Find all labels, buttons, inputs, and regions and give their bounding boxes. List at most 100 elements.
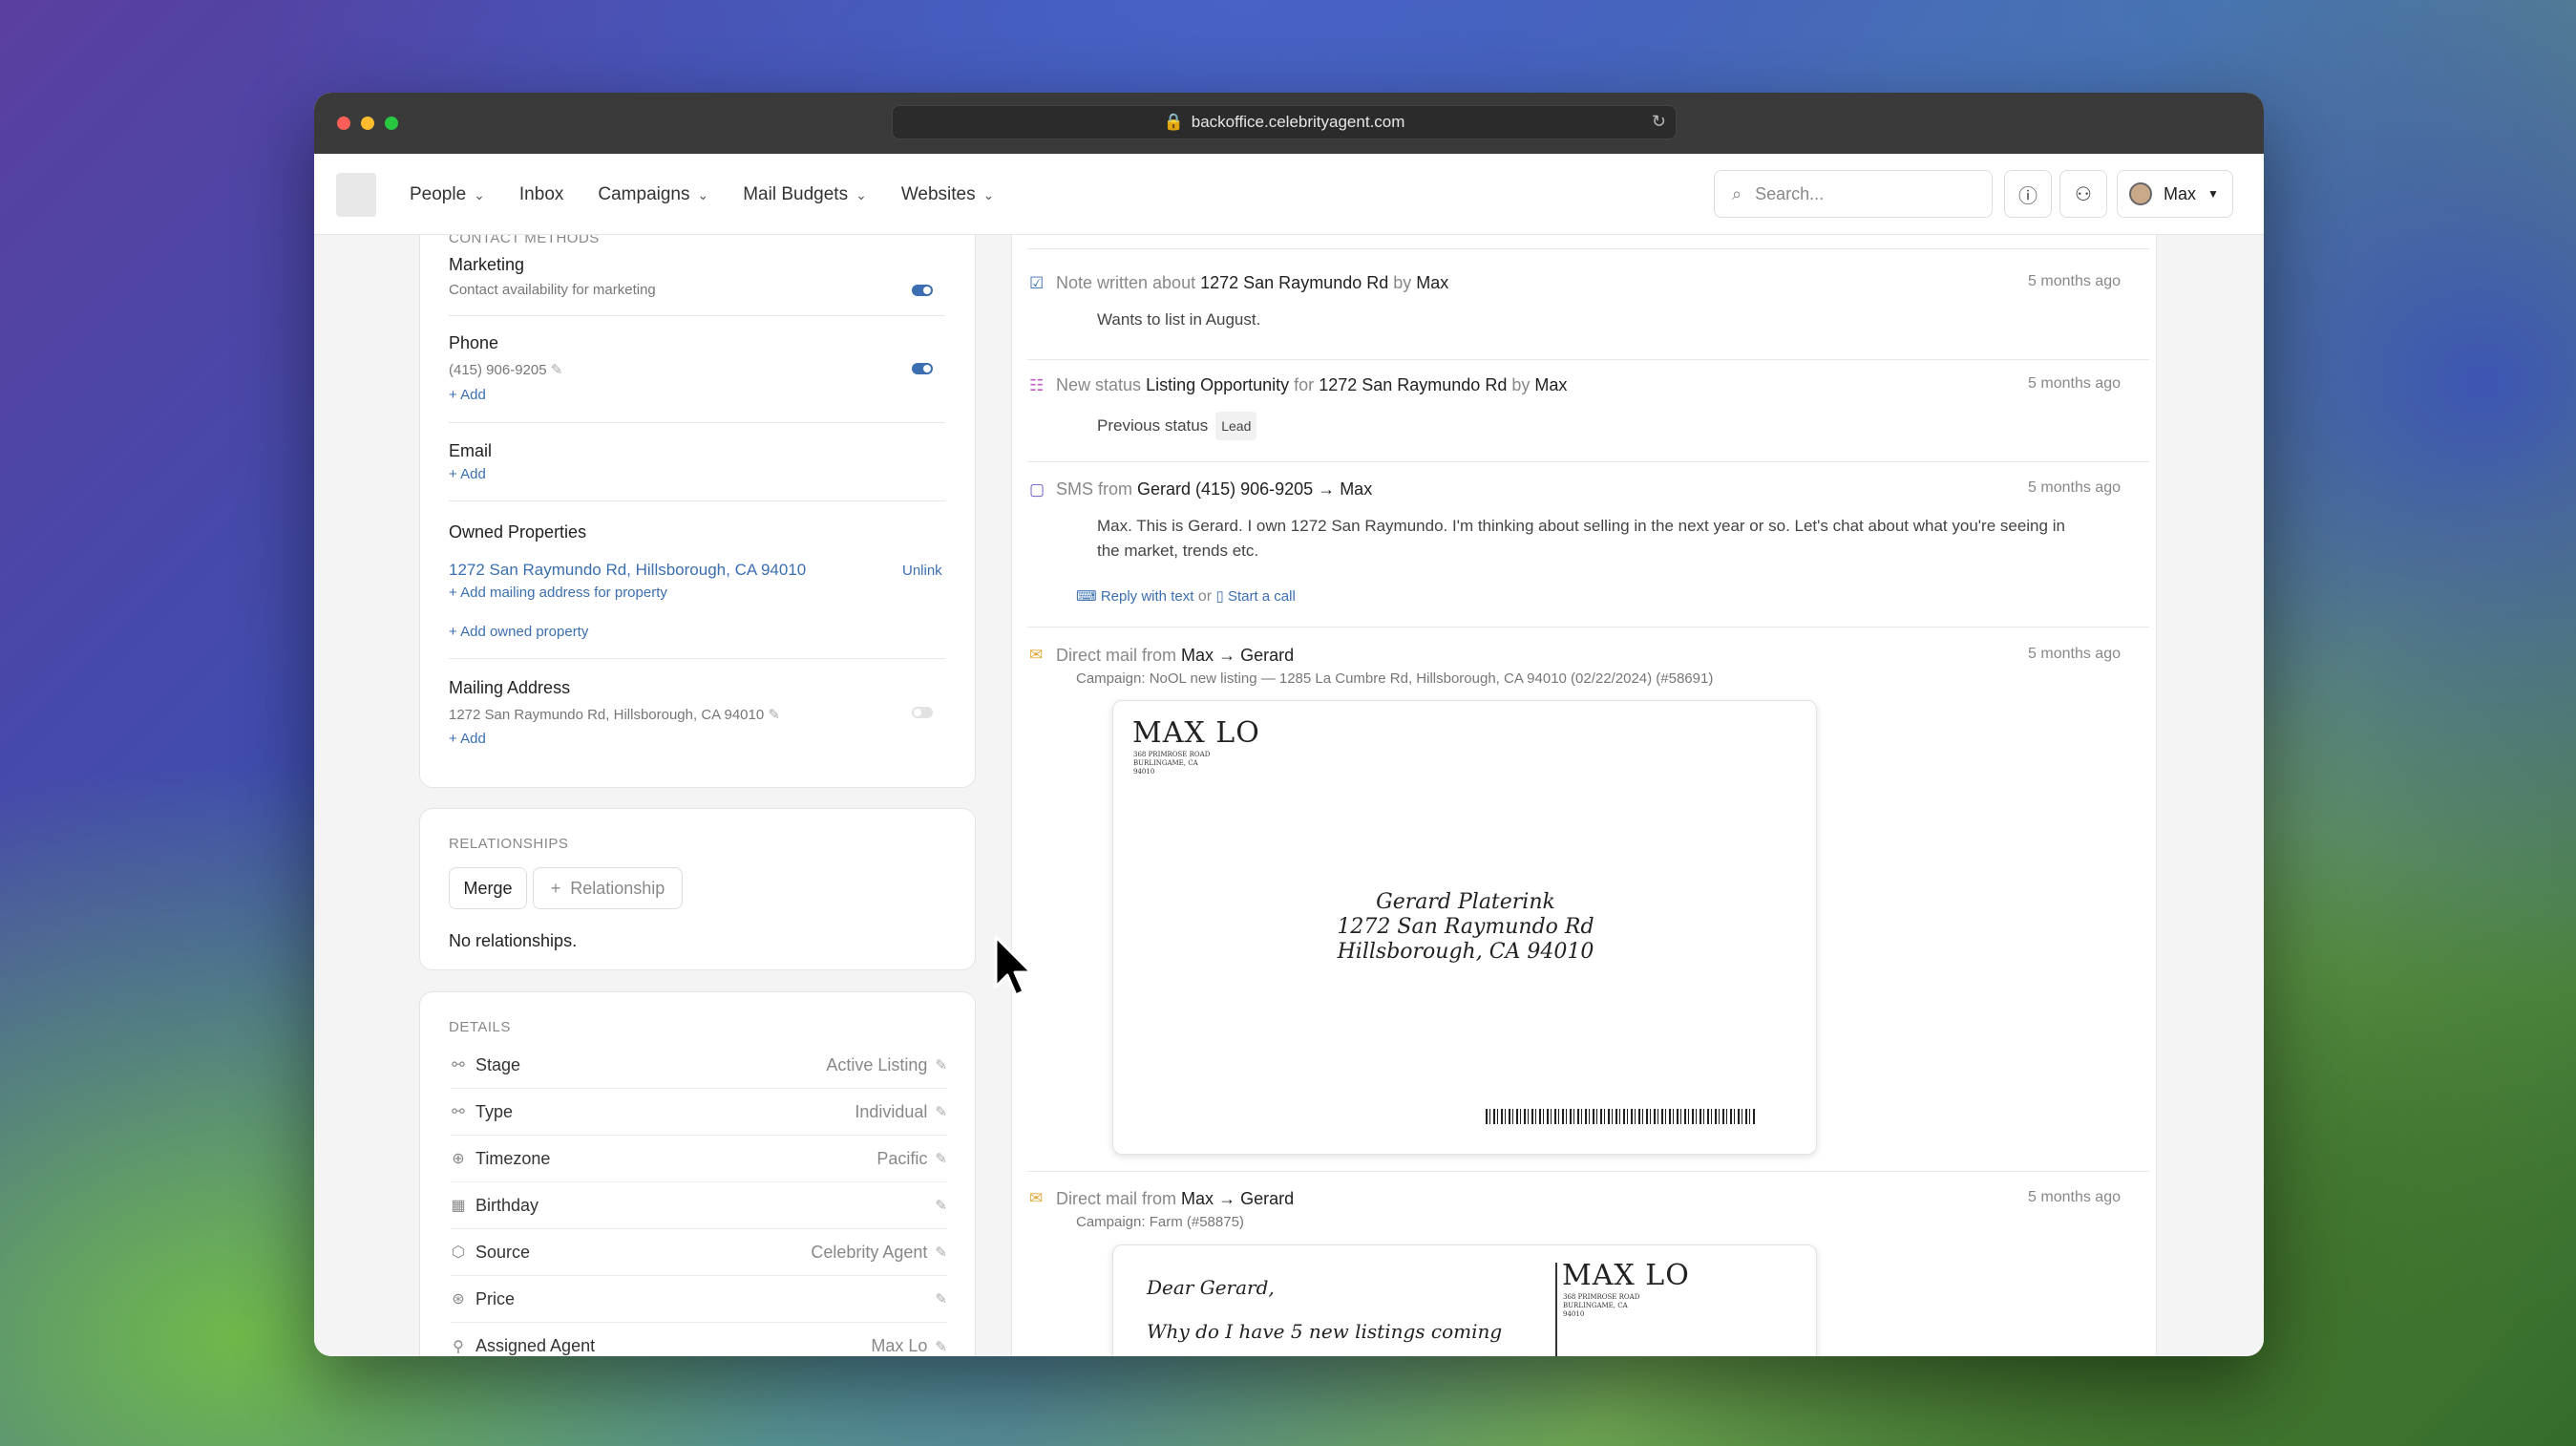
detail-row-timezone[interactable]: ⊕ Timezone Pacific ✎ xyxy=(451,1136,947,1182)
marketing-sub: Contact availability for marketing xyxy=(449,282,656,298)
url-text: backoffice.celebrityagent.com xyxy=(1191,113,1405,131)
top-navigation: People ⌄ Inbox Campaigns ⌄ Mail Budgets ⌄ W… xyxy=(314,154,2264,235)
calendar-icon: ▦ xyxy=(451,1198,466,1214)
detail-row-type[interactable]: ⚯ Type Individual ✎ xyxy=(451,1089,947,1136)
phone-toggle[interactable] xyxy=(912,363,933,374)
email-label: Email xyxy=(449,441,493,460)
pencil-icon[interactable]: ✎ xyxy=(935,1338,947,1355)
add-mailing-address-link[interactable]: + Add mailing address for property xyxy=(449,585,667,601)
person-icon: ⚲ xyxy=(453,1338,464,1355)
note-body: Wants to list in August. xyxy=(1097,310,1261,329)
mail-icon: ✉ xyxy=(1029,646,1044,664)
reply-with-text-link[interactable]: ⌨ Reply with text xyxy=(1076,588,1193,605)
add-person-button[interactable]: ⚇ xyxy=(2059,170,2107,218)
caret-down-icon: ▼ xyxy=(2207,187,2219,201)
user-menu-button[interactable]: Max ▼ xyxy=(2117,170,2233,218)
pencil-icon[interactable]: ✎ xyxy=(935,1197,947,1214)
mail-piece-envelope[interactable]: MAX LO 368 PRIMROSE ROAD BURLINGAME, CA 94… xyxy=(1112,700,1817,1155)
letter-divider xyxy=(1555,1263,1557,1356)
contact-methods-card: CONTACT METHODS Marketing Contact availa… xyxy=(419,235,976,788)
detail-row-stage[interactable]: ⚯ Stage Active Listing ✎ xyxy=(451,1042,947,1089)
add-email-link[interactable]: + Add xyxy=(449,466,486,482)
pencil-icon[interactable]: ✎ xyxy=(935,1244,947,1261)
type-icon: ⚯ xyxy=(452,1104,465,1120)
divider xyxy=(449,658,945,659)
plus-icon: + xyxy=(550,878,561,898)
app-logo[interactable] xyxy=(336,173,376,217)
owned-properties-label: Owned Properties xyxy=(449,522,587,542)
sender-name: MAX LO xyxy=(1562,1259,1690,1292)
chevron-down-icon: ⌄ xyxy=(697,186,709,202)
section-title: DETAILS xyxy=(449,1019,511,1035)
sms-actions: ⌨ Reply with text or ▯ Start a call xyxy=(1076,588,1296,605)
campaign-label: Campaign: NoOL new listing — 1285 La Cum… xyxy=(1076,670,1714,687)
globe-icon: ⊕ xyxy=(452,1151,465,1167)
details-card: DETAILS ⚯ Stage Active Listing ✎ ⚯ Type Indiv… xyxy=(419,991,976,1356)
add-phone-link[interactable]: + Add xyxy=(449,387,486,403)
search-placeholder: Search... xyxy=(1755,183,1825,203)
event-header: New status Listing Opportunity for 1272 … xyxy=(1056,375,1568,394)
nav-inbox[interactable]: Inbox xyxy=(519,184,563,205)
pencil-icon[interactable]: ✎ xyxy=(935,1290,947,1308)
nav-websites[interactable]: Websites ⌄ xyxy=(901,184,995,205)
detail-row-birthday[interactable]: ▦ Birthday ✎ xyxy=(451,1182,947,1229)
detail-row-source[interactable]: ⬡ Source Celebrity Agent ✎ xyxy=(451,1229,947,1276)
status-list-icon: ☷ xyxy=(1029,376,1045,394)
letter-text: Why do I have 5 new listings coming xyxy=(1147,1320,1503,1343)
reload-icon[interactable]: ↻ xyxy=(1652,112,1666,132)
unlink-button[interactable]: Unlink xyxy=(902,563,942,579)
divider xyxy=(449,422,945,423)
marketing-toggle[interactable] xyxy=(912,285,933,296)
pencil-icon[interactable]: ✎ xyxy=(935,1103,947,1120)
note-icon: ☑ xyxy=(1029,274,1045,292)
chat-icon: ⌨ xyxy=(1076,588,1097,605)
divider xyxy=(449,315,945,316)
detail-row-price[interactable]: ⊛ Price ✎ xyxy=(451,1276,947,1323)
mail-icon: ✉ xyxy=(1029,1189,1044,1207)
marketing-label: Marketing xyxy=(449,255,525,274)
stage-icon: ⚯ xyxy=(452,1057,465,1074)
pencil-icon[interactable]: ✎ xyxy=(935,1056,947,1074)
add-mailing-link[interactable]: + Add xyxy=(449,731,486,747)
chevron-down-icon: ⌄ xyxy=(982,186,995,202)
pencil-icon[interactable]: ✎ xyxy=(768,707,780,723)
add-relationship-button[interactable]: + Relationship xyxy=(533,867,683,909)
pencil-icon[interactable]: ✎ xyxy=(551,362,563,378)
chevron-down-icon: ⌄ xyxy=(474,186,485,202)
phone-icon: ▯ xyxy=(1215,588,1224,605)
phone-value[interactable]: (415) 906-9205 ✎ xyxy=(449,361,562,378)
pencil-icon[interactable]: ✎ xyxy=(935,1150,947,1167)
mailing-address-value[interactable]: 1272 San Raymundo Rd, Hillsborough, CA 9… xyxy=(449,706,780,723)
sender-address: 368 PRIMROSE ROAD BURLINGAME, CA 94010 xyxy=(1133,751,1211,776)
relationships-empty: No relationships. xyxy=(449,931,578,950)
sender-name: MAX LO xyxy=(1132,716,1260,750)
start-call-link[interactable]: ▯ Start a call xyxy=(1216,588,1296,605)
sms-icon: ▢ xyxy=(1029,480,1045,499)
previous-status: Previous status Lead xyxy=(1097,412,1257,440)
search-input[interactable]: ⌕ Search... xyxy=(1714,170,1993,218)
nav-campaigns[interactable]: Campaigns ⌄ xyxy=(598,184,708,205)
minimize-window-button[interactable] xyxy=(361,117,374,130)
event-header: Note written about 1272 San Raymundo Rd … xyxy=(1056,273,1449,292)
zoom-window-button[interactable] xyxy=(385,117,398,130)
owned-property-link[interactable]: 1272 San Raymundo Rd, Hillsborough, CA 9… xyxy=(449,561,806,580)
mouse-cursor xyxy=(994,935,1033,997)
recipient-address: Gerard Platerink 1272 San Raymundo Rd Hill… xyxy=(1337,890,1594,964)
add-owned-property-link[interactable]: + Add owned property xyxy=(449,624,588,640)
title-bar: 🔒 backoffice.celebrityagent.com ↻ xyxy=(314,93,2264,154)
mail-piece-letter[interactable]: Dear Gerard, Why do I have 5 new listing… xyxy=(1112,1244,1817,1356)
merge-button[interactable]: Merge xyxy=(449,867,527,909)
help-icon: ⓘ xyxy=(2018,185,2038,207)
close-window-button[interactable] xyxy=(337,117,350,130)
event-time: 5 months ago xyxy=(2028,646,2121,662)
main-content: CONTACT METHODS Marketing Contact availa… xyxy=(314,235,2264,1356)
box-icon: ⬡ xyxy=(452,1244,465,1261)
help-button[interactable]: ⓘ xyxy=(2004,170,2052,218)
detail-row-assigned-agent[interactable]: ⚲ Assigned Agent Max Lo ✎ xyxy=(451,1323,947,1356)
address-bar[interactable]: 🔒 backoffice.celebrityagent.com ↻ xyxy=(892,105,1677,139)
nav-people[interactable]: People ⌄ xyxy=(410,184,485,205)
mailing-toggle[interactable] xyxy=(912,707,933,718)
nav-mail-budgets[interactable]: Mail Budgets ⌄ xyxy=(743,184,867,205)
avatar xyxy=(2129,182,2152,205)
mailing-address-label: Mailing Address xyxy=(449,678,571,697)
